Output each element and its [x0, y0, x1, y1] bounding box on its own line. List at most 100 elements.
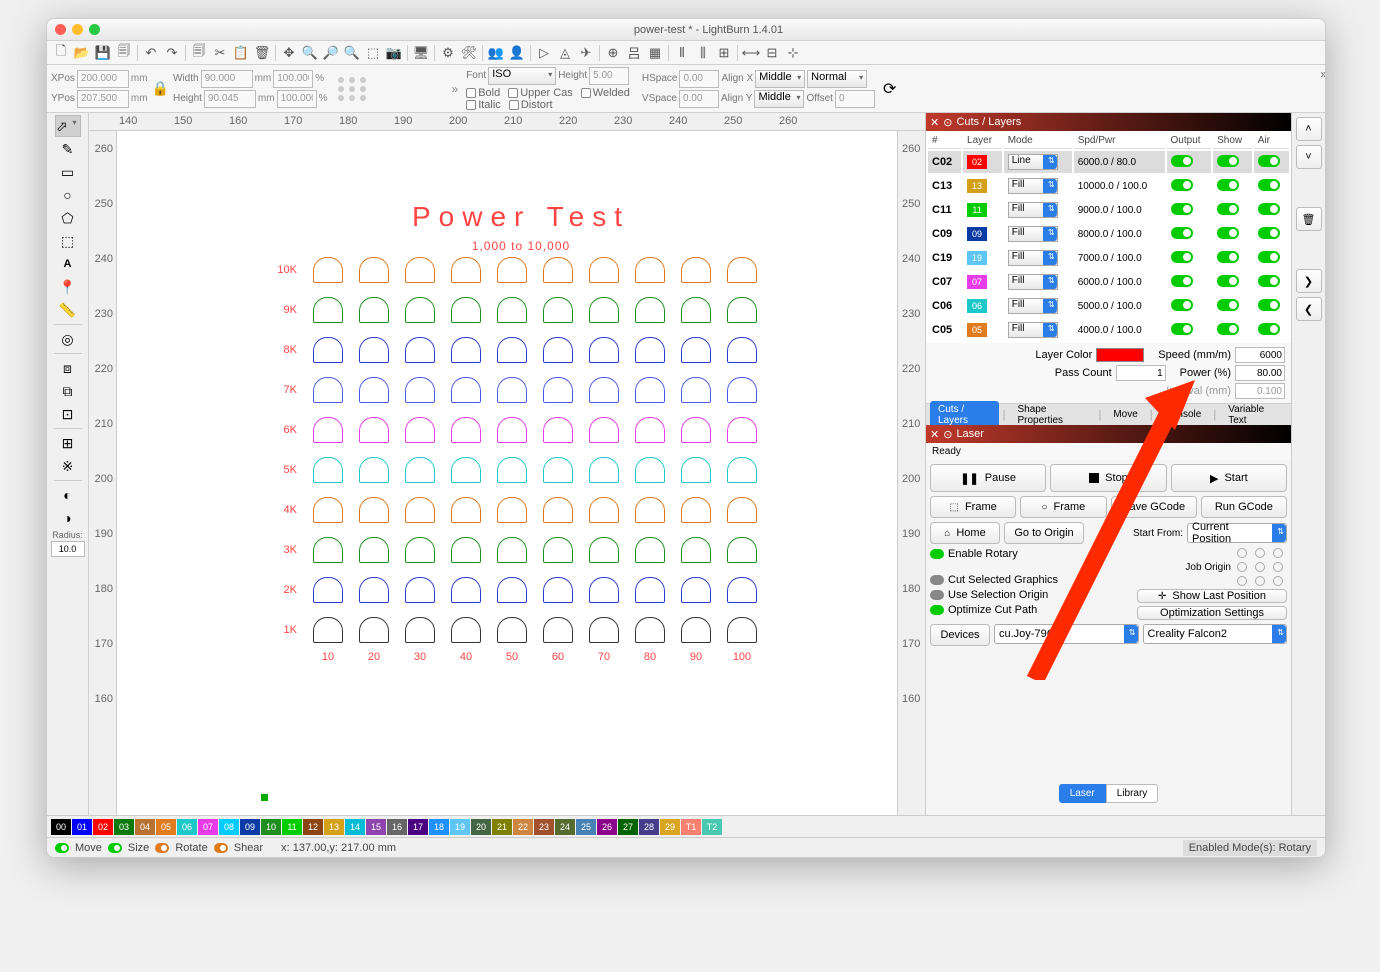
right-tab[interactable]: Move [1105, 406, 1145, 423]
port-select[interactable]: cu.Joy-79CB [994, 624, 1139, 644]
palette-swatch[interactable]: 03 [114, 819, 134, 835]
job-origin-dot[interactable] [1237, 548, 1247, 558]
palette-swatch[interactable]: 04 [135, 819, 155, 835]
opt-settings-button[interactable]: Optimization Settings [1137, 606, 1287, 620]
cut-icon[interactable]: ✂ [210, 43, 230, 63]
rect-tool-icon[interactable]: ▭ [55, 161, 81, 183]
layer-row[interactable]: C0202Line6000.0 / 80.0 [928, 151, 1289, 173]
palette-swatch[interactable]: 10 [261, 819, 281, 835]
offset-input[interactable] [835, 90, 875, 108]
monitor-icon[interactable]: 🖥 [411, 43, 431, 63]
font-select[interactable]: ISO [488, 67, 556, 85]
lock-icon[interactable]: 🔒 [152, 80, 169, 97]
palette-swatch[interactable]: 19 [450, 819, 470, 835]
palette-swatch[interactable]: 21 [492, 819, 512, 835]
width-input[interactable] [201, 70, 253, 88]
user-icon[interactable]: 👤 [507, 43, 527, 63]
palette-swatch[interactable]: 09 [240, 819, 260, 835]
palette-swatch[interactable]: 00 [51, 819, 71, 835]
palette-swatch[interactable]: 11 [282, 819, 302, 835]
distort-check[interactable] [509, 100, 519, 110]
palette-swatch[interactable]: 06 [177, 819, 197, 835]
nav-left-button[interactable]: ❮ [1296, 297, 1322, 321]
right-tab[interactable]: Console [1157, 406, 1210, 423]
distribute-v-icon[interactable]: ⫼ [693, 43, 713, 63]
polygon-tool-icon[interactable]: ⬠ [55, 207, 81, 229]
palette-swatch[interactable]: 15 [366, 819, 386, 835]
palette-swatch[interactable]: 07 [198, 819, 218, 835]
nav-delete-button[interactable]: 🗑 [1296, 207, 1322, 231]
palette-swatch[interactable]: 28 [639, 819, 659, 835]
layer-row[interactable]: C1919Fill7000.0 / 100.0 [928, 247, 1289, 269]
aligny-select[interactable]: Middle [754, 90, 804, 108]
edit-nodes-icon[interactable]: ⬚ [55, 230, 81, 252]
new-icon[interactable]: 🗋 [51, 43, 71, 63]
pan-icon[interactable]: ✥ [279, 43, 299, 63]
size-toggle[interactable] [108, 843, 122, 853]
marker-tool-icon[interactable]: 📍 [55, 276, 81, 298]
palette-swatch[interactable]: 12 [303, 819, 323, 835]
alignx-select[interactable]: Middle [755, 70, 805, 88]
layer-row[interactable]: C0606Fill5000.0 / 100.0 [928, 295, 1289, 317]
devices-button[interactable]: Devices [930, 624, 990, 646]
array-tool-icon[interactable]: ※ [55, 455, 81, 477]
boolean-tool-icon[interactable]: ⧉ [55, 380, 81, 402]
vspace-input[interactable] [679, 90, 719, 108]
zoom-out-icon[interactable]: 🔎 [321, 43, 341, 63]
radius-input[interactable] [51, 541, 85, 557]
play-icon[interactable]: ▷ [534, 43, 554, 63]
line-tool-icon[interactable]: ✎ [55, 138, 81, 160]
group-icon[interactable]: 👥 [486, 43, 506, 63]
delete-icon[interactable]: 🗑 [252, 43, 272, 63]
refresh-icon[interactable]: ⟳ [883, 79, 896, 99]
close-panel-icon[interactable]: ✕ [930, 116, 939, 129]
italic-check[interactable] [466, 100, 476, 110]
redo-icon[interactable]: ↷ [162, 43, 182, 63]
pause-button[interactable]: ❚❚Pause [930, 464, 1046, 492]
layer-row[interactable]: C0909Fill8000.0 / 100.0 [928, 223, 1289, 245]
palette-swatch[interactable]: 16 [387, 819, 407, 835]
text-tool-icon[interactable]: A [55, 253, 81, 275]
palette-swatch[interactable]: 20 [471, 819, 491, 835]
speed-input[interactable] [1235, 347, 1285, 363]
snap-icon[interactable]: ⊹ [783, 43, 803, 63]
palette-swatch[interactable]: 27 [618, 819, 638, 835]
measure-icon[interactable]: ⟷ [741, 43, 761, 63]
cut-selected-toggle[interactable] [930, 575, 944, 585]
group-tool-icon[interactable]: ⊡ [55, 403, 81, 425]
expand-right-icon[interactable]: » [1320, 67, 1326, 81]
palette-swatch[interactable]: T2 [702, 819, 722, 835]
settings-icon[interactable]: ⚙ [438, 43, 458, 63]
palette-swatch[interactable]: T1 [681, 819, 701, 835]
open-icon[interactable]: 📂 [72, 43, 92, 63]
layer-color-swatch[interactable] [1096, 348, 1144, 362]
send-icon[interactable]: ✈ [576, 43, 596, 63]
select-tool-icon[interactable]: ⬀ [55, 115, 81, 137]
zoom-frame-icon[interactable]: 🔍 [342, 43, 362, 63]
palette-swatch[interactable]: 01 [72, 819, 92, 835]
tools-icon[interactable]: 🛠 [459, 43, 479, 63]
palette-swatch[interactable]: 13 [324, 819, 344, 835]
start-button[interactable]: ▶Start [1171, 464, 1287, 492]
dock-icon[interactable]: ⊟ [762, 43, 782, 63]
height-pct[interactable] [277, 90, 317, 108]
grid-tool-icon[interactable]: ⊞ [55, 432, 81, 454]
ypos-input[interactable] [77, 90, 129, 108]
run-gcode-button[interactable]: Run GCode [1201, 496, 1287, 518]
frame-rect-button[interactable]: ⬚ Frame [930, 496, 1016, 518]
layer-row[interactable]: C1313Fill10000.0 / 100.0 [928, 175, 1289, 197]
palette-swatch[interactable]: 24 [555, 819, 575, 835]
palette-swatch[interactable]: 29 [660, 819, 680, 835]
start-from-select[interactable]: Current Position [1187, 523, 1287, 543]
interval-input[interactable] [1235, 383, 1285, 399]
welded-check[interactable] [581, 88, 591, 98]
laser-tab[interactable]: Laser [1059, 784, 1106, 803]
target-icon[interactable]: ⊕ [603, 43, 623, 63]
save-icon[interactable]: 💾 [93, 43, 113, 63]
layer-row[interactable]: C1111Fill9000.0 / 100.0 [928, 199, 1289, 221]
pass-count-input[interactable] [1116, 365, 1166, 381]
canvas[interactable]: Power Test 1,000 to 10,000 10K9K8K7K6K5K… [117, 131, 925, 815]
width-pct[interactable] [273, 70, 313, 88]
paste-icon[interactable]: 📋 [231, 43, 251, 63]
palette-swatch[interactable]: 08 [219, 819, 239, 835]
